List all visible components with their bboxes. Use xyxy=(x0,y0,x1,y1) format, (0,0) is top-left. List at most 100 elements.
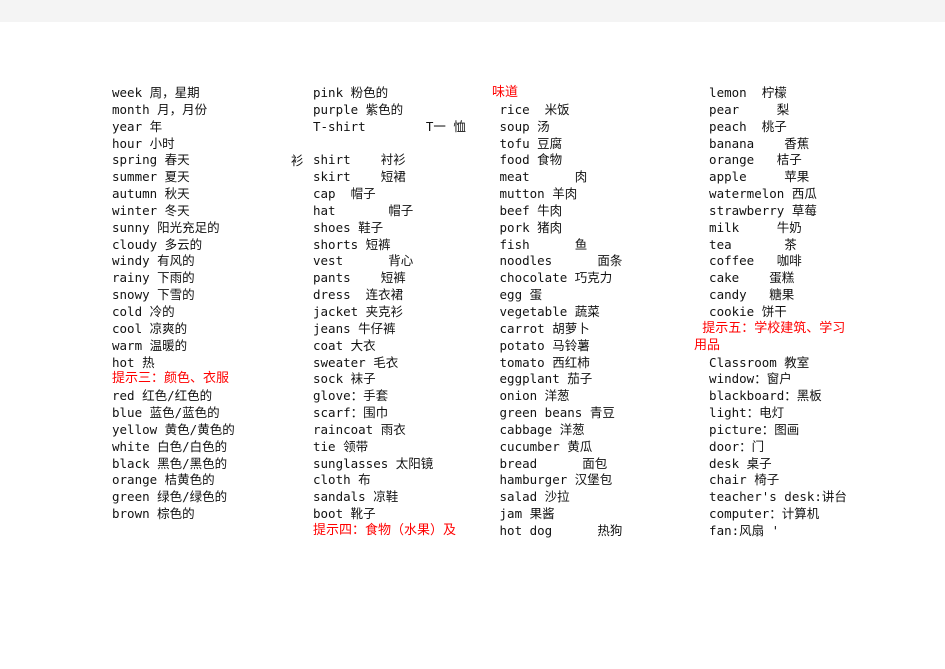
vocabulary-entry: purple 紫色的 xyxy=(313,101,404,117)
vocabulary-entry: hamburger 汉堡包 xyxy=(492,472,613,488)
vocabulary-entry: potato 马铃薯 xyxy=(492,337,590,353)
vocabulary-entry: year 年 xyxy=(112,118,163,134)
vocabulary-entry: hour 小时 xyxy=(112,135,175,151)
vocabulary-entry: scarf：围巾 xyxy=(313,405,389,421)
vocabulary-entry: shorts 短裤 xyxy=(313,236,391,252)
vocabulary-entry: white 白色/白色的 xyxy=(112,438,228,454)
vocabulary-entry: eggplant 茄子 xyxy=(492,371,593,387)
vocabulary-entry: red 红色/红色的 xyxy=(112,388,213,404)
vocabulary-entry: pork 猪肉 xyxy=(492,219,563,235)
vocabulary-entry: strawberry 草莓 xyxy=(694,202,817,218)
vocabulary-entry: tofu 豆腐 xyxy=(492,135,563,151)
vocabulary-entry: hot 热 xyxy=(112,354,155,370)
vocabulary-entry: winter 冬天 xyxy=(112,202,190,218)
vocabulary-entry: egg 蛋 xyxy=(492,287,543,303)
section-heading: 提示五：学校建筑、学习 xyxy=(694,320,846,336)
vocabulary-entry: candy 糖果 xyxy=(694,287,795,303)
vocabulary-entry: dress 连衣裙 xyxy=(313,287,404,303)
vocabulary-entry: tie 领带 xyxy=(313,438,369,454)
vocabulary-column-4: lemon 柠檬 pear 梨 peach 桃子 banana 香蕉 orang… xyxy=(694,85,934,540)
vocabulary-entry: snowy 下雪的 xyxy=(112,287,195,303)
vocabulary-entry: salad 沙拉 xyxy=(492,489,570,505)
vocabulary-entry: orange 桔子 xyxy=(694,152,802,168)
vocabulary-entry: raincoat 雨衣 xyxy=(313,421,406,437)
vocabulary-entry: hot dog 热狗 xyxy=(492,522,623,538)
vocabulary-entry: jeans 牛仔裤 xyxy=(313,320,396,336)
vocabulary-entry: coffee 咖啡 xyxy=(694,253,802,269)
vocabulary-entry: blackboard：黑板 xyxy=(694,388,822,404)
section-heading: 提示三：颜色、衣服 xyxy=(112,371,230,387)
document-page: week 周，星期 month 月，月份 year 年 hour 小时 spring 春… xyxy=(0,22,945,669)
vocabulary-entry: hat 帽子 xyxy=(313,202,414,218)
vocabulary-entry: boot 靴子 xyxy=(313,506,376,522)
vocabulary-entry: chocolate 巧克力 xyxy=(492,270,613,286)
vocabulary-entry: yellow 黄色/黄色的 xyxy=(112,421,235,437)
vocabulary-entry: cucumber 黄瓜 xyxy=(492,438,593,454)
vocabulary-entry: apple 苹果 xyxy=(694,169,810,185)
vocabulary-entry: month 月，月份 xyxy=(112,101,208,117)
vocabulary-column-2: pink 粉色的 purple 紫色的 T-shirt T一 恤 shirt 衬衫 sk… xyxy=(313,85,513,540)
vocabulary-entry: blue 蓝色/蓝色的 xyxy=(112,405,220,421)
vocabulary-entry: window：窗户 xyxy=(694,371,792,387)
vocabulary-entry: watermelon 西瓜 xyxy=(694,186,817,202)
vocabulary-entry: tea 茶 xyxy=(694,236,797,252)
vocabulary-entry: brown 棕色的 xyxy=(112,506,195,522)
vocabulary-entry: jacket 夹克衫 xyxy=(313,303,404,319)
vocabulary-entry: jam 果酱 xyxy=(492,506,555,522)
vocabulary-entry: summer 夏天 xyxy=(112,169,190,185)
vocabulary-entry: desk 桌子 xyxy=(694,455,772,471)
vocabulary-entry: rainy 下雨的 xyxy=(112,270,195,286)
vocabulary-entry: meat 肉 xyxy=(492,169,588,185)
vocabulary-entry: beef 牛肉 xyxy=(492,202,563,218)
vocabulary-entry: sunny 阳光充足的 xyxy=(112,219,220,235)
vocabulary-entry: onion 洋葱 xyxy=(492,388,570,404)
vocabulary-entry: peach 桃子 xyxy=(694,118,787,134)
vocabulary-entry: spring 春天 xyxy=(112,152,190,168)
vocabulary-entry: cake 蛋糕 xyxy=(694,270,795,286)
window-top-strip xyxy=(0,0,945,22)
vocabulary-entry: warm 温暖的 xyxy=(112,337,188,353)
vocabulary-entry: computer：计算机 xyxy=(694,506,820,522)
vocabulary-entry: vest 背心 xyxy=(313,253,414,269)
vocabulary-entry: sock 袜子 xyxy=(313,371,376,387)
wrapped-text-fragment: 衫 xyxy=(291,153,304,168)
vocabulary-entry: autumn 秋天 xyxy=(112,186,190,202)
vocabulary-entry: windy 有风的 xyxy=(112,253,195,269)
section-heading: 提示四：食物（水果）及 xyxy=(313,522,457,538)
vocabulary-entry: shirt 衬衫 xyxy=(313,152,406,168)
vocabulary-entry: green beans 青豆 xyxy=(492,405,615,421)
vocabulary-entry: chair 椅子 xyxy=(694,472,780,488)
vocabulary-entry: sunglasses 太阳镜 xyxy=(313,455,434,471)
vocabulary-entry: fish 鱼 xyxy=(492,236,588,252)
vocabulary-entry: pink 粉色的 xyxy=(313,85,389,100)
vocabulary-entry: cloudy 多云的 xyxy=(112,236,203,252)
vocabulary-entry: banana 香蕉 xyxy=(694,135,810,151)
vocabulary-entry: sandals 凉鞋 xyxy=(313,489,399,505)
vocabulary-entry: pants 短裤 xyxy=(313,270,406,286)
vocabulary-entry: lemon 柠檬 xyxy=(694,85,787,100)
vocabulary-entry: Classroom 教室 xyxy=(694,354,810,370)
vocabulary-entry: teacher's desk:讲台 xyxy=(694,489,847,505)
vocabulary-entry: carrot 胡萝卜 xyxy=(492,320,590,336)
vocabulary-column-1: week 周，星期 month 月，月份 year 年 hour 小时 spring 春… xyxy=(112,85,307,523)
vocabulary-entry: green 绿色/绿色的 xyxy=(112,489,228,505)
vocabulary-entry: cloth 布 xyxy=(313,472,371,488)
vocabulary-entry: door：门 xyxy=(694,438,765,454)
vocabulary-entry: fan:风扇 ' xyxy=(694,522,780,538)
vocabulary-entry: cap 帽子 xyxy=(313,186,376,202)
vocabulary-entry: noodles 面条 xyxy=(492,253,623,269)
vocabulary-entry: cookie 饼干 xyxy=(694,303,787,319)
vocabulary-entry: mutton 羊肉 xyxy=(492,186,578,202)
section-heading: 用品 xyxy=(694,337,721,353)
vocabulary-entry: tomato 西红柿 xyxy=(492,354,590,370)
vocabulary-entry: week 周，星期 xyxy=(112,85,200,100)
vocabulary-entry: food 食物 xyxy=(492,152,563,168)
vocabulary-entry: picture：图画 xyxy=(694,421,800,437)
vocabulary-column-3: 味道 rice 米饭 soup 汤 tofu 豆腐 food 食物 meat 肉… xyxy=(492,85,707,540)
vocabulary-entry: black 黑色/黑色的 xyxy=(112,455,228,471)
vocabulary-entry: soup 汤 xyxy=(492,118,550,134)
vocabulary-entry: bread 面包 xyxy=(492,455,608,471)
vocabulary-entry: orange 桔黄色的 xyxy=(112,472,215,488)
vocabulary-entry: light：电灯 xyxy=(694,405,785,421)
vocabulary-entry: T-shirt T一 恤 xyxy=(313,118,466,134)
